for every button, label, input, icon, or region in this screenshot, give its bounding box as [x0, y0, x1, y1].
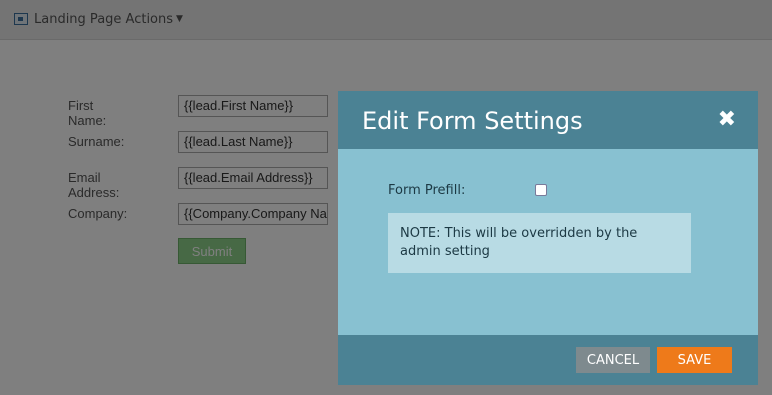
save-button[interactable]: SAVE — [657, 347, 732, 373]
dialog-title: Edit Form Settings — [362, 107, 583, 135]
form-prefill-label: Form Prefill: — [388, 183, 466, 198]
form-prefill-checkbox[interactable] — [535, 184, 547, 196]
close-icon[interactable]: ✖ — [718, 109, 736, 131]
dialog-header: Edit Form Settings ✖ — [338, 91, 758, 149]
dialog-body: Form Prefill: NOTE: This will be overrid… — [338, 149, 758, 335]
note-box: NOTE: This will be overridden by the adm… — [388, 213, 691, 273]
cancel-button[interactable]: CANCEL — [576, 347, 650, 373]
edit-form-settings-dialog: Edit Form Settings ✖ Form Prefill: NOTE:… — [338, 91, 758, 385]
dialog-footer: CANCEL SAVE — [338, 335, 758, 385]
